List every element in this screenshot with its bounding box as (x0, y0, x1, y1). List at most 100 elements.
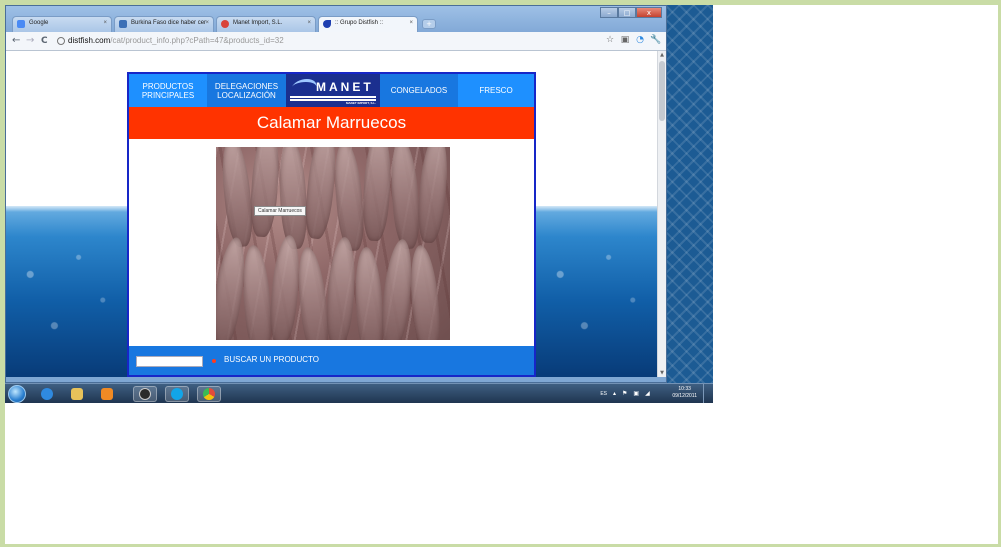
skype-icon[interactable] (165, 386, 189, 402)
product-title: Calamar Marruecos (129, 107, 534, 139)
clock-date: 09/12/2011 (672, 393, 697, 399)
back-button[interactable]: ← (12, 35, 20, 47)
squid-shape (361, 147, 393, 242)
bullet-icon (212, 359, 216, 363)
tab-label: Burkina Faso dice haber cer (131, 20, 207, 26)
tab-burkina[interactable]: Burkina Faso dice haber cer × (114, 16, 214, 32)
media-player-icon[interactable] (95, 386, 119, 402)
desktop: Google × Burkina Faso dice haber cer × M… (5, 5, 713, 403)
tab-manet[interactable]: Manet Import, S.L. × (216, 16, 316, 32)
vertical-scrollbar[interactable]: ▲ ▼ (657, 51, 666, 377)
close-tab-icon[interactable]: × (103, 20, 107, 26)
manet-logo[interactable]: MANET MANET IMPORT, S.L. (286, 74, 380, 107)
close-tab-icon[interactable]: × (409, 20, 413, 26)
water-surface (536, 206, 657, 212)
reload-button[interactable]: C (41, 35, 48, 47)
wrench-icon[interactable]: 🔧 (650, 35, 661, 45)
system-tray: ES ▴ ⚑ ▣ ◢ 10:33 09/12/2011 (579, 384, 709, 403)
ie-icon[interactable] (35, 386, 59, 402)
logo-stripe (290, 96, 376, 98)
address-bar[interactable]: distfish.com/cat/product_info.php?cPath=… (56, 34, 602, 48)
squid-shape (277, 147, 309, 250)
forward-button[interactable]: → (26, 35, 34, 47)
start-button[interactable] (8, 385, 26, 403)
scroll-down-icon[interactable]: ▼ (659, 370, 665, 376)
squid-shape (248, 147, 282, 238)
nav-productos-principales[interactable]: PRODUCTOS PRINCIPALES (129, 74, 207, 107)
toolbar-icons: ☆ ▣ ◔ 🔧 (605, 35, 661, 45)
volume-icon[interactable]: ◢ (645, 390, 650, 397)
new-tab-button[interactable]: + (422, 19, 436, 29)
news-favicon-icon (119, 20, 127, 28)
water-surface (6, 206, 127, 212)
squid-shape (324, 236, 358, 340)
hp-icon[interactable] (133, 386, 157, 402)
chrome-glyph (203, 388, 215, 400)
globe-icon (57, 37, 65, 45)
minimize-button[interactable]: – (600, 7, 618, 18)
url-path: /cat/product_info.php?cPath=47&products_… (110, 36, 284, 45)
desktop-wallpaper (660, 5, 713, 383)
search-label[interactable]: BUSCAR UN PRODUCTO (224, 355, 319, 364)
url-domain: distfish.com (68, 36, 111, 45)
squid-shape (388, 147, 422, 250)
site-container: PRODUCTOS PRINCIPALES DELEGACIONES LOCAL… (127, 72, 536, 377)
network-icon[interactable]: ▣ (633, 390, 639, 397)
tray-icons: ▴ ⚑ ▣ ◢ (613, 390, 669, 397)
explorer-icon[interactable] (65, 386, 89, 402)
bookmark-star-icon[interactable]: ☆ (605, 35, 615, 45)
logo-word: MANET (316, 80, 374, 94)
squid-shape (302, 147, 340, 241)
extension-icon[interactable]: ◔ (635, 35, 645, 45)
page-icon[interactable]: ▣ (620, 35, 630, 45)
flag-icon[interactable]: ⚑ (622, 390, 627, 397)
scroll-up-icon[interactable]: ▲ (659, 52, 665, 58)
squid-shape (267, 234, 303, 340)
media-glyph (101, 388, 113, 400)
windows-taskbar: ES ▴ ⚑ ▣ ◢ 10:33 09/12/2011 (5, 383, 713, 403)
clock[interactable]: 10:33 09/12/2011 (672, 386, 697, 400)
nav-congelados[interactable]: CONGELADOS (380, 74, 458, 107)
logo-subtitle: MANET IMPORT, S.L. (346, 101, 376, 105)
skype-glyph (171, 388, 183, 400)
tab-distfish[interactable]: :: Grupo Distfish :: × (318, 16, 418, 32)
ie-glyph (41, 388, 53, 400)
squid-shape (407, 244, 443, 340)
search-bar: BUSCAR UN PRODUCTO (129, 346, 534, 375)
tab-label: :: Grupo Distfish :: (335, 20, 384, 26)
page-viewport: PRODUCTOS PRINCIPALES DELEGACIONES LOCAL… (6, 51, 657, 377)
clock-time: 10:33 (678, 386, 691, 392)
logo-swoosh-icon (289, 79, 319, 95)
nav-delegaciones-localizacion[interactable]: DELEGACIONES LOCALIZACIÓN (207, 74, 286, 107)
water-background-left (6, 206, 127, 377)
nav-fresco[interactable]: FRESCO (458, 74, 534, 107)
chrome-icon[interactable] (197, 386, 221, 402)
squid-shape (294, 245, 332, 340)
google-favicon-icon (17, 20, 25, 28)
tab-google[interactable]: Google × (12, 16, 112, 32)
language-indicator[interactable]: ES (600, 391, 607, 397)
close-tab-icon[interactable]: × (205, 20, 209, 26)
tray-arrow-icon[interactable]: ▴ (613, 390, 616, 397)
close-window-button[interactable]: x (636, 7, 662, 18)
hp-glyph (139, 388, 151, 400)
water-background-right (536, 206, 657, 377)
squid-shape (378, 237, 416, 340)
squid-shape (353, 246, 385, 340)
tab-strip: Google × Burkina Faso dice haber cer × M… (6, 6, 666, 32)
browser-toolbar: ← → C distfish.com/cat/product_info.php?… (6, 32, 666, 51)
browser-window: Google × Burkina Faso dice haber cer × M… (5, 5, 667, 383)
maximize-button[interactable]: □ (618, 7, 636, 18)
squid-shape (240, 244, 274, 340)
tab-label: Google (29, 20, 49, 26)
window-controls: – □ x (600, 7, 662, 19)
squid-shape (415, 147, 450, 244)
close-tab-icon[interactable]: × (307, 20, 311, 26)
scroll-thumb[interactable] (659, 61, 665, 121)
show-desktop-button[interactable] (703, 384, 709, 403)
product-image: Calamar Marruecos (216, 147, 450, 340)
manet-favicon-icon (221, 20, 229, 28)
image-tooltip: Calamar Marruecos (254, 206, 306, 216)
folder-glyph (71, 388, 83, 400)
search-input[interactable] (136, 356, 203, 367)
